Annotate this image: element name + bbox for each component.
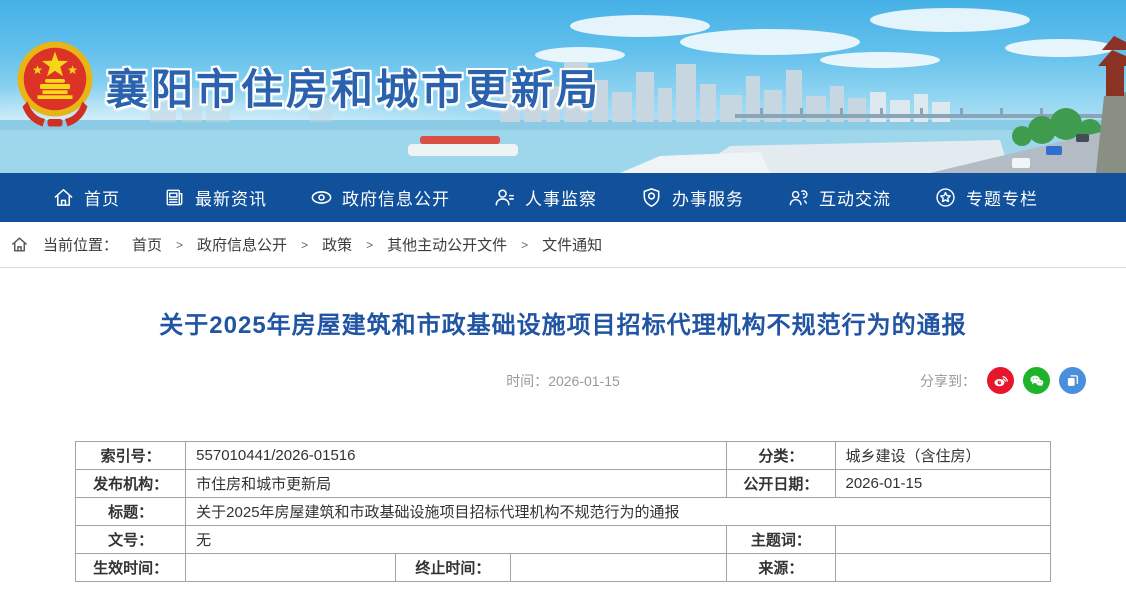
nav-item-personnel[interactable]: 人事监察 — [493, 185, 597, 210]
nav-item-gov-info[interactable]: 政府信息公开 — [310, 185, 450, 210]
breadcrumb-item-file-notice[interactable]: 文件通知 — [542, 234, 602, 255]
table-row: 标题： 关于2025年房屋建筑和市政基础设施项目招标代理机构不规范行为的通报 — [76, 498, 1051, 526]
doc-number-value: 无 — [186, 526, 727, 554]
weibo-share-button[interactable] — [987, 367, 1014, 394]
nav-item-label: 互动交流 — [819, 185, 891, 210]
nav-item-home[interactable]: 首页 — [52, 185, 120, 210]
nav-item-news[interactable]: 最新资讯 — [163, 185, 267, 210]
nav-item-label: 最新资讯 — [195, 185, 267, 210]
nav-item-interaction[interactable]: 互动交流 — [787, 185, 891, 210]
publish-date-label: 公开日期： — [727, 470, 835, 498]
index-number-value: 557010441/2026-01516 — [186, 442, 727, 470]
copy-link-icon — [1064, 372, 1081, 389]
page-title: 关于2025年房屋建筑和市政基础设施项目招标代理机构不规范行为的通报 — [0, 305, 1126, 340]
nav-item-label: 首页 — [84, 185, 120, 210]
category-label: 分类： — [727, 442, 835, 470]
doc-number-label: 文号： — [76, 526, 186, 554]
source-value — [835, 554, 1051, 582]
breadcrumb-separator: > — [301, 238, 308, 252]
breadcrumb-item-other-public-docs[interactable]: 其他主动公开文件 — [387, 234, 507, 255]
keywords-value — [835, 526, 1051, 554]
share-bar: 分享到： — [920, 367, 1086, 394]
publish-date-value: 2026-01-15 — [835, 470, 1051, 498]
category-value: 城乡建设（含住房） — [835, 442, 1051, 470]
copy-link-share-button[interactable] — [1059, 367, 1086, 394]
share-label: 分享到： — [920, 371, 976, 391]
index-number-label: 索引号： — [76, 442, 186, 470]
weibo-icon — [992, 372, 1009, 389]
wechat-share-button[interactable] — [1023, 367, 1050, 394]
site-banner: 襄阳市住房和城市更新局 — [0, 0, 1126, 173]
home-icon — [10, 235, 29, 254]
nav-item-label: 政府信息公开 — [342, 185, 450, 210]
time-value: 2026-01-15 — [548, 373, 620, 389]
people-chat-icon — [787, 186, 810, 209]
breadcrumb: 当前位置： 首页 > 政府信息公开 > 政策 > 其他主动公开文件 > 文件通知 — [0, 222, 1126, 268]
effective-date-label: 生效时间： — [76, 554, 186, 582]
keywords-label: 主题词： — [727, 526, 835, 554]
nav-item-label: 专题专栏 — [966, 185, 1038, 210]
breadcrumb-separator: > — [521, 238, 528, 252]
breadcrumb-item-gov-info[interactable]: 政府信息公开 — [197, 234, 287, 255]
table-row: 索引号： 557010441/2026-01516 分类： 城乡建设（含住房） — [76, 442, 1051, 470]
nav-item-label: 人事监察 — [525, 185, 597, 210]
effective-date-value — [186, 554, 396, 582]
national-emblem-icon — [14, 39, 96, 129]
table-row: 发布机构： 市住房和城市更新局 公开日期： 2026-01-15 — [76, 470, 1051, 498]
shield-icon — [640, 186, 663, 209]
newspaper-icon — [163, 186, 186, 209]
source-label: 来源： — [727, 554, 835, 582]
document-meta-table: 索引号： 557010441/2026-01516 分类： 城乡建设（含住房） … — [75, 441, 1051, 582]
article-content: 关于2025年房屋建筑和市政基础设施项目招标代理机构不规范行为的通报 时间：20… — [0, 268, 1126, 582]
person-list-icon — [493, 186, 516, 209]
site-title: 襄阳市住房和城市更新局 — [106, 56, 601, 117]
doc-title-value: 关于2025年房屋建筑和市政基础设施项目招标代理机构不规范行为的通报 — [186, 498, 1051, 526]
nav-item-label: 办事服务 — [672, 185, 744, 210]
table-row: 文号： 无 主题词： — [76, 526, 1051, 554]
eye-icon — [310, 186, 333, 209]
time-label: 时间： — [506, 373, 548, 389]
wechat-icon — [1028, 372, 1045, 389]
expiry-date-value — [510, 554, 726, 582]
main-nav: 首页 最新资讯 政府信息公开 人事监察 办事服务 互动交流 — [0, 173, 1126, 222]
expiry-date-label: 终止时间： — [395, 554, 510, 582]
doc-title-label: 标题： — [76, 498, 186, 526]
breadcrumb-separator: > — [366, 238, 373, 252]
nav-item-special-topics[interactable]: 专题专栏 — [934, 185, 1038, 210]
nav-item-services[interactable]: 办事服务 — [640, 185, 744, 210]
home-icon — [52, 186, 75, 209]
publishing-agency-label: 发布机构： — [76, 470, 186, 498]
table-row: 生效时间： 终止时间： 来源： — [76, 554, 1051, 582]
breadcrumb-separator: > — [176, 238, 183, 252]
breadcrumb-item-home[interactable]: 首页 — [132, 234, 162, 255]
article-meta-line: 时间：2026-01-15 分享到： — [0, 367, 1126, 395]
breadcrumb-label: 当前位置： — [43, 234, 118, 255]
publishing-agency-value: 市住房和城市更新局 — [186, 470, 727, 498]
star-circle-icon — [934, 186, 957, 209]
breadcrumb-item-policy[interactable]: 政策 — [322, 234, 352, 255]
